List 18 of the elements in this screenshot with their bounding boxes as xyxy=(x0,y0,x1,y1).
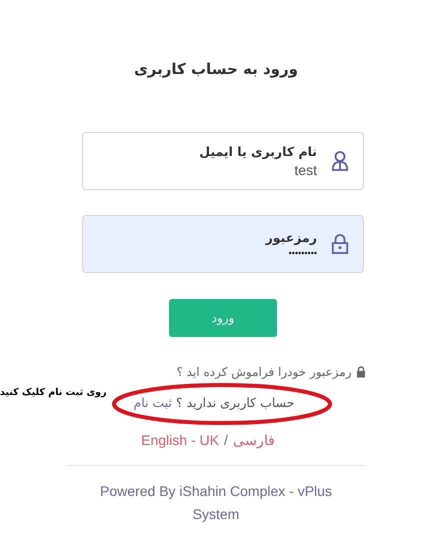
login-button[interactable]: ورود xyxy=(169,299,277,337)
password-field[interactable]: رمزعبور ••••••••• xyxy=(82,215,364,273)
register-link[interactable]: ثبت نام xyxy=(133,395,172,410)
lock-icon xyxy=(331,234,349,254)
page-title: ورود به حساب کاربری xyxy=(134,60,298,78)
field-label: رمزعبور xyxy=(266,230,317,245)
field-value: test xyxy=(293,162,317,178)
lock-icon xyxy=(356,366,366,378)
language-link[interactable]: فارسی xyxy=(232,432,275,448)
annotation-text: روی ثبت نام کلیک کنید xyxy=(0,387,107,398)
language-link[interactable]: English - UK xyxy=(141,432,219,448)
field-label: نام کاربری یا ایمیل xyxy=(199,144,317,159)
field-value: ••••••••• xyxy=(288,248,317,258)
footer-text: Powered By iShahin Complex - vPlus System xyxy=(99,482,333,524)
forgot-password-link[interactable]: رمزعبور خودرا فراموش کرده اید ؟ xyxy=(176,365,352,379)
language-separator: / xyxy=(224,432,228,448)
user-icon xyxy=(331,151,349,171)
register-question: حساب کاربری ندارید ؟ xyxy=(176,395,295,410)
